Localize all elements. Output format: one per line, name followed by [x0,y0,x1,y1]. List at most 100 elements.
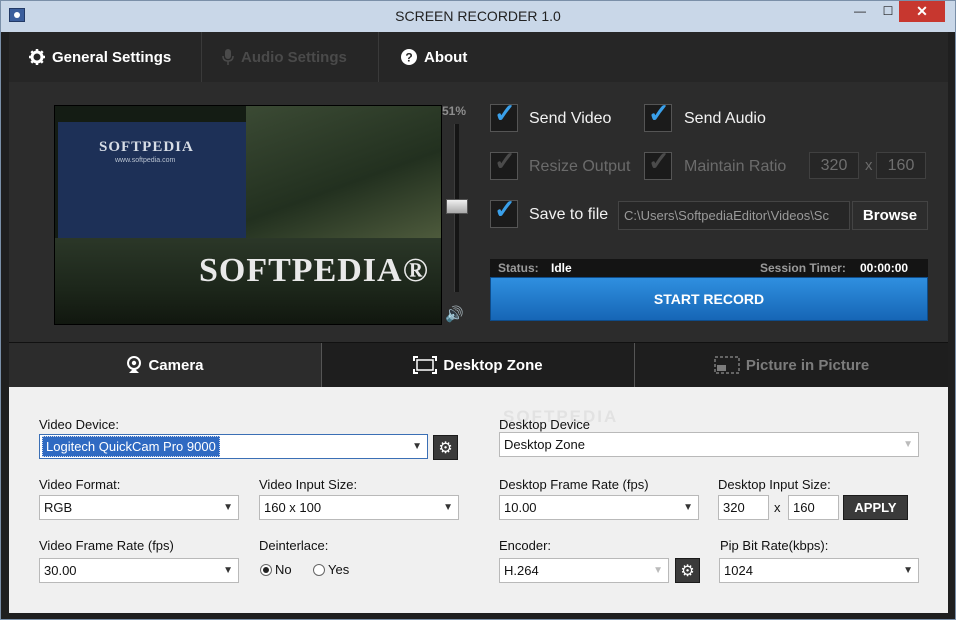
status-value: Idle [551,261,572,275]
svg-text:?: ? [405,51,412,65]
checkmark-icon: ✓ [494,98,516,128]
send-video-checkbox[interactable]: ✓ [490,98,518,132]
tab-divider [378,32,379,82]
desktop-frame-rate-label: Desktop Frame Rate (fps) [499,477,649,492]
times-sign: x [865,157,873,174]
checkmark-icon: ✓ [648,98,670,128]
file-path-input[interactable]: C:\Users\SoftpediaEditor\Videos\Sc [618,201,850,230]
tab-general-settings-label: General Settings [52,48,172,66]
tab-picture-in-picture-label: Picture in Picture [745,356,870,374]
output-height-input[interactable]: 160 [876,152,926,179]
microphone-icon [222,49,234,65]
minimize-button[interactable]: — [846,1,874,22]
video-frame-rate-value: 30.00 [44,563,77,578]
desktop-zone-icon [413,356,438,374]
deinterlace-yes-label: Yes [328,562,350,577]
deinterlace-label: Deinterlace: [259,538,329,553]
chevron-down-icon: ▼ [443,502,453,513]
close-button[interactable]: ✕ [899,1,945,22]
encoder-select[interactable]: H.264 ▼ [499,558,669,583]
window-title: SCREEN RECORDER 1.0 [395,8,561,24]
desktop-frame-rate-select[interactable]: 10.00 ▼ [499,495,699,520]
tab-divider [201,32,202,82]
output-width-input[interactable]: 320 [809,152,859,179]
video-device-select[interactable]: Logitech QuickCam Pro 9000 ▼ [39,434,428,459]
desktop-input-height-input[interactable]: 160 [788,495,839,520]
encoder-label: Encoder: [499,538,552,553]
send-video-label: Send Video [529,110,612,127]
checkmark-icon: ✓ [494,146,516,176]
pip-bitrate-select[interactable]: 1024 ▼ [719,558,919,583]
chevron-down-icon: ▼ [412,441,422,452]
tab-audio-settings-label: Audio Settings [241,48,347,66]
video-format-label: Video Format: [39,477,121,492]
tab-general-settings[interactable]: General Settings [29,32,171,82]
checkmark-icon: ✓ [494,194,516,224]
tab-about[interactable]: ? About [401,32,467,82]
capture-mode-tabs: Camera Desktop Zone Picture in Picture [9,342,948,388]
video-device-label: Video Device: [39,417,119,432]
chevron-down-icon: ▼ [223,502,233,513]
video-frame-rate-select[interactable]: 30.00 ▼ [39,558,239,583]
screen-recorder-window: SCREEN RECORDER 1.0 — ☐ ✕ General Settin… [0,0,956,620]
title-bar: SCREEN RECORDER 1.0 — ☐ ✕ [1,1,955,32]
maintain-ratio-checkbox[interactable]: ✓ [644,146,672,180]
volume-percent: 51% [442,104,467,118]
video-input-size-label: Video Input Size: [259,477,358,492]
gear-icon [29,49,45,65]
maximize-button[interactable]: ☐ [874,1,902,22]
question-icon: ? [401,49,417,65]
video-input-size-select[interactable]: 160 x 100 ▼ [259,495,459,520]
tab-desktop-zone[interactable]: Desktop Zone [322,343,635,387]
session-timer-value: 00:00:00 [860,261,909,275]
preview-brand-big: SOFTPEDIA® [199,252,429,289]
chevron-down-icon: ▼ [223,565,233,576]
apply-button[interactable]: APPLY [843,495,908,520]
chevron-down-icon: ▼ [683,502,693,513]
video-preview: SOFTPEDIA www.softpedia.com SOFTPEDIA® [54,105,442,325]
encoder-value: H.264 [504,563,539,578]
pip-icon [714,356,740,374]
pip-bitrate-value: 1024 [724,563,753,578]
send-audio-checkbox[interactable]: ✓ [644,98,672,132]
tab-about-label: About [424,48,468,66]
status-label: Status: [498,261,539,275]
settings-tabs: General Settings Audio Settings ? About [9,32,948,82]
video-frame-rate-label: Video Frame Rate (fps) [39,538,174,553]
tab-camera-label: Camera [148,356,204,374]
resize-output-label: Resize Output [529,158,631,175]
video-format-select[interactable]: RGB ▼ [39,495,239,520]
deinterlace-no-label: No [275,562,292,577]
chevron-down-icon: ▼ [903,439,913,450]
session-timer-label: Session Timer: [760,261,846,275]
maintain-ratio-label: Maintain Ratio [684,158,787,175]
tab-camera[interactable]: Camera [9,343,322,387]
pip-bitrate-label: Pip Bit Rate(kbps): [720,538,829,553]
start-record-button[interactable]: START RECORD [490,277,928,321]
speaker-icon: 🔊 [445,306,464,323]
desktop-input-size-label: Desktop Input Size: [718,477,831,492]
video-input-size-value: 160 x 100 [264,500,322,515]
browse-button[interactable]: Browse [852,201,928,230]
deinterlace-no-radio[interactable] [260,564,272,576]
volume-slider-thumb[interactable] [446,198,468,214]
video-format-value: RGB [44,500,73,515]
desktop-device-value: Desktop Zone [504,437,585,452]
settings-area: SOFTPEDIA Video Device: Logitech QuickCa… [9,387,948,613]
desktop-device-select[interactable]: Desktop Zone ▼ [499,432,919,457]
resize-output-checkbox[interactable]: ✓ [490,146,518,180]
save-to-file-checkbox[interactable]: ✓ [490,194,518,228]
video-device-settings-button[interactable]: ⚙ [433,435,458,460]
times-sign: x [774,500,781,515]
preview-brand-small: SOFTPEDIA [99,139,194,155]
tab-audio-settings[interactable]: Audio Settings [222,32,347,82]
desktop-input-width-input[interactable]: 320 [718,495,769,520]
status-bar: Status: Idle Session Timer: 00:00:00 [490,259,928,277]
tab-picture-in-picture[interactable]: Picture in Picture [635,343,948,387]
gear-icon: ⚙ [438,439,453,457]
video-device-value: Logitech QuickCam Pro 9000 [42,436,220,457]
webcam-icon [127,356,142,373]
chevron-down-icon: ▼ [903,565,913,576]
encoder-settings-button[interactable]: ⚙ [675,558,700,583]
deinterlace-yes-radio[interactable] [313,564,325,576]
